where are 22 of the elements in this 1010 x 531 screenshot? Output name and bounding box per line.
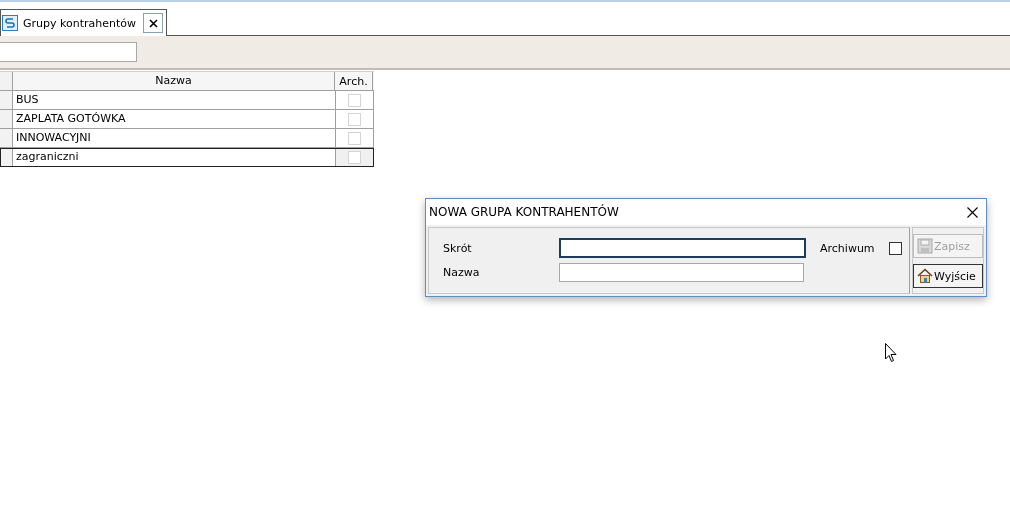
tab-label: Grupy kontrahentów (23, 16, 136, 30)
table-cell: INNOWACYJNI (12, 129, 337, 147)
house-icon (917, 268, 933, 284)
column-header[interactable]: Nazwa (13, 72, 335, 90)
filter-field[interactable] (0, 42, 137, 62)
dialog-title: NOWA GRUPA KONTRAHENTÓW (429, 205, 619, 219)
checkbox[interactable] (888, 241, 902, 255)
column-header[interactable]: Arch. (335, 72, 373, 90)
close-icon[interactable] (143, 13, 163, 33)
tab[interactable]: Grupy kontrahentów (0, 9, 167, 36)
checkbox-label: Archiwum (820, 241, 875, 255)
table-cell: BUS (12, 91, 337, 109)
input-field[interactable] (559, 238, 806, 258)
app-icon (2, 15, 18, 31)
exit-button[interactable]: Wyjście (913, 264, 983, 288)
row-header[interactable] (0, 148, 13, 166)
mouse-pointer-icon (885, 343, 897, 362)
close-icon[interactable] (967, 206, 978, 218)
input-field[interactable] (559, 263, 804, 282)
table-cell: ZAPLATA GOTÓWKA (12, 110, 337, 128)
field-label: Nazwa (443, 266, 481, 279)
field-label: Skrót (443, 241, 473, 255)
